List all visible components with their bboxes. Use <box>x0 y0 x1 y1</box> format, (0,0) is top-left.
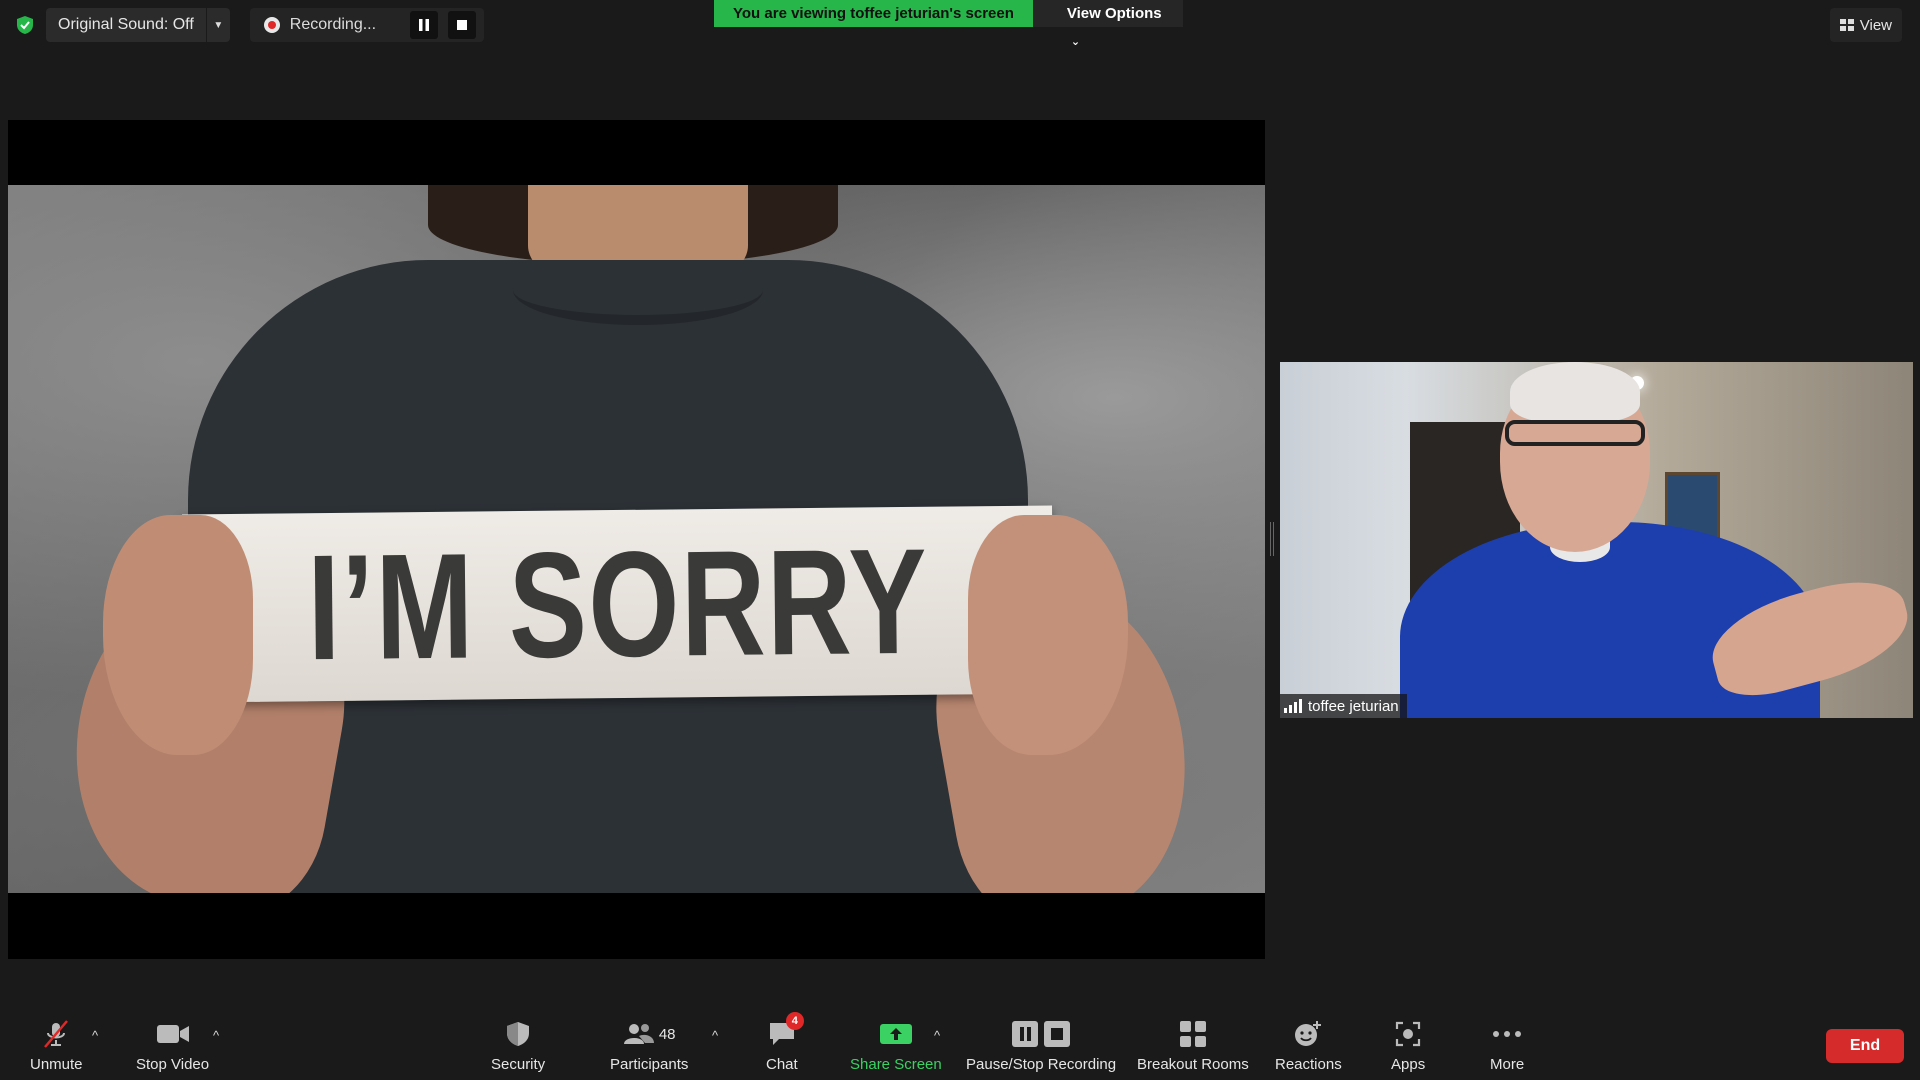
recording-dot-icon <box>263 17 280 33</box>
pause-icon <box>418 19 429 31</box>
chat-unread-badge: 4 <box>785 1012 804 1030</box>
participants-label: Participants <box>610 1056 689 1073</box>
recording-label: Recording... <box>289 16 377 33</box>
signal-strength-icon <box>1284 699 1302 713</box>
stop-icon <box>456 20 467 30</box>
view-options-label: View Options <box>1066 5 1162 22</box>
chat-label: Chat <box>766 1056 798 1073</box>
stop-recording-button[interactable] <box>447 11 476 39</box>
participants-icon-group: 48 <box>623 1020 676 1048</box>
participants-options-caret-icon[interactable]: ^ <box>712 1028 718 1043</box>
screen-share-banner: You are viewing toffee jeturian's screen… <box>714 0 1183 48</box>
participant-video-tile[interactable]: toffee jeturian <box>1280 362 1913 718</box>
breakout-rooms-button[interactable]: Breakout Rooms <box>1137 1020 1249 1073</box>
shared-screen-image: I’M SORRY <box>8 185 1265 893</box>
participants-button[interactable]: 48 Participants <box>610 1020 688 1073</box>
participant-name-tag: toffee jeturian <box>1280 694 1407 718</box>
split-divider-handle[interactable] <box>1270 522 1274 556</box>
muted-microphone-icon <box>41 1020 71 1048</box>
share-options-caret-icon[interactable]: ^ <box>934 1028 940 1043</box>
reactions-button[interactable]: Reactions <box>1275 1020 1342 1073</box>
breakout-rooms-icon <box>1179 1020 1207 1048</box>
reactions-label: Reactions <box>1275 1056 1342 1073</box>
chat-bubble-icon: 4 <box>768 1012 804 1048</box>
more-label: More <box>1490 1056 1525 1073</box>
share-screen-icon <box>879 1020 912 1048</box>
security-button[interactable]: Security <box>491 1020 545 1073</box>
stop-video-label: Stop Video <box>136 1056 210 1073</box>
original-sound-label: Original Sound: Off <box>58 16 194 33</box>
more-button[interactable]: More <box>1490 1020 1524 1073</box>
pause-stop-recording-icon <box>1012 1020 1071 1048</box>
apps-button[interactable]: Apps <box>1391 1020 1425 1073</box>
meeting-toolbar: Unmute ^ Stop Video ^ Security 48 Partic… <box>0 1010 1920 1080</box>
video-options-caret-icon[interactable]: ^ <box>213 1028 219 1043</box>
shield-icon <box>506 1020 530 1048</box>
participant-name: toffee jeturian <box>1308 697 1399 715</box>
stop-video-button[interactable]: Stop Video <box>136 1020 209 1073</box>
original-sound-button[interactable]: Original Sound: Off ▼ <box>46 8 230 42</box>
pause-recording-button[interactable] <box>409 11 438 39</box>
right-hand-shape <box>968 515 1128 755</box>
smiley-plus-icon <box>1293 1020 1323 1048</box>
apps-icon <box>1395 1020 1421 1048</box>
apps-label: Apps <box>1391 1056 1426 1073</box>
left-hand-shape <box>103 515 253 755</box>
security-label: Security <box>491 1056 546 1073</box>
grid-view-icon <box>1839 19 1854 31</box>
chat-button[interactable]: 4 Chat <box>766 1012 804 1073</box>
view-label: View <box>1859 16 1892 34</box>
sorry-sign: I’M SORRY <box>182 505 1054 703</box>
top-left-controls: Original Sound: Off ▼ Recording... <box>14 8 484 42</box>
video-camera-icon <box>156 1020 189 1048</box>
glasses-shape <box>1505 420 1645 446</box>
shared-screen[interactable]: I’M SORRY <box>8 120 1265 959</box>
participants-count: 48 <box>658 1025 676 1043</box>
unmute-button[interactable]: Unmute <box>30 1020 83 1073</box>
pause-stop-recording-label: Pause/Stop Recording <box>966 1056 1117 1073</box>
person-hair-shape <box>1510 362 1640 422</box>
encryption-shield-icon[interactable] <box>14 14 36 36</box>
sign-text: I’M SORRY <box>306 516 930 691</box>
viewing-screen-label: You are viewing toffee jeturian's screen <box>714 0 1033 27</box>
people-icon <box>623 1024 654 1044</box>
chevron-down-icon: ⌄ <box>1070 36 1081 48</box>
end-meeting-button[interactable]: End <box>1826 1029 1904 1063</box>
audio-options-caret-icon[interactable]: ^ <box>92 1028 98 1043</box>
chevron-down-icon[interactable]: ▼ <box>205 8 230 42</box>
view-options-button[interactable]: View Options ⌄ <box>1032 0 1183 48</box>
more-dots-icon <box>1492 1020 1522 1048</box>
shirt-collar <box>513 255 763 325</box>
pause-stop-recording-button[interactable]: Pause/Stop Recording <box>966 1020 1116 1073</box>
unmute-label: Unmute <box>30 1056 83 1073</box>
recording-indicator: Recording... <box>249 8 484 42</box>
share-screen-button[interactable]: Share Screen <box>850 1020 942 1073</box>
breakout-rooms-label: Breakout Rooms <box>1137 1056 1249 1073</box>
view-button[interactable]: View <box>1829 8 1902 42</box>
share-screen-label: Share Screen <box>850 1056 942 1073</box>
